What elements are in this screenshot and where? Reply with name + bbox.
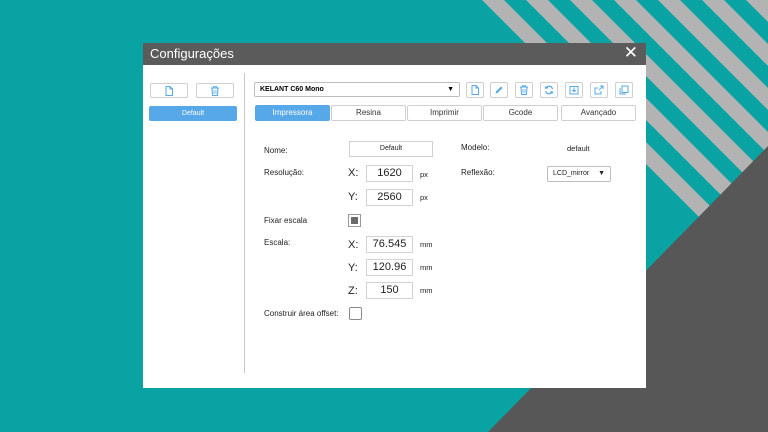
scale-x-label: X:	[348, 239, 359, 251]
edit-button[interactable]	[490, 82, 508, 98]
scale-y-input[interactable]: 120.96	[366, 259, 413, 276]
import-icon	[569, 86, 579, 95]
new-file-icon	[165, 85, 173, 96]
title-bar: Configurações ✕	[143, 43, 646, 65]
scale-z-input[interactable]: 150	[366, 282, 413, 299]
offset-checkbox[interactable]	[349, 307, 362, 320]
checkbox-fill	[351, 217, 358, 224]
fix-scale-label: Fixar escala	[264, 216, 308, 225]
name-label: Nome:	[264, 146, 288, 155]
fix-scale-checkbox[interactable]	[348, 214, 361, 227]
res-y-input[interactable]: 2560	[366, 189, 413, 206]
printer-select[interactable]: KELANT C60 Mono ▼	[254, 82, 460, 97]
delete-button[interactable]	[515, 82, 533, 98]
dropdown-arrow-icon: ▼	[598, 170, 605, 177]
tab-gcode[interactable]: Gcode	[483, 105, 558, 121]
delete-profile-button[interactable]	[196, 83, 234, 98]
refresh-button[interactable]	[540, 82, 558, 98]
tab-avancado[interactable]: Avançado	[561, 105, 636, 121]
reflection-label: Reflexão:	[461, 168, 495, 177]
model-value: default	[567, 144, 590, 153]
model-label: Modelo:	[461, 143, 490, 152]
px-unit: px	[420, 193, 428, 202]
trash-icon	[520, 85, 528, 95]
tab-impressora[interactable]: Impressora	[255, 105, 330, 121]
panel-divider	[244, 73, 245, 373]
tab-imprimir[interactable]: Imprimir	[407, 105, 482, 121]
export-button[interactable]	[590, 82, 608, 98]
scale-x-input[interactable]: 76.545	[366, 236, 413, 253]
px-unit: px	[420, 170, 428, 179]
mm-unit: mm	[420, 286, 433, 295]
export-icon	[594, 85, 604, 95]
resolution-label: Resolução:	[264, 168, 305, 177]
reflection-select[interactable]: LCD_mirror ▼	[547, 166, 611, 182]
close-icon[interactable]: ✕	[624, 43, 638, 63]
trash-icon	[211, 85, 219, 96]
printer-select-value: KELANT C60 Mono	[260, 86, 324, 93]
res-y-label: Y:	[348, 191, 358, 203]
profile-item-default[interactable]: Default	[149, 106, 237, 121]
res-x-label: X:	[348, 167, 359, 179]
new-button[interactable]	[466, 82, 484, 98]
window-title: Configurações	[150, 46, 234, 61]
reflection-select-value: LCD_mirror	[553, 170, 590, 177]
settings-dialog: Configurações ✕ Default KELANT C60 Mono …	[143, 43, 646, 388]
new-profile-button[interactable]	[150, 83, 188, 98]
dropdown-arrow-icon: ▼	[447, 86, 454, 93]
scale-z-label: Z:	[348, 285, 358, 297]
mm-unit: mm	[420, 263, 433, 272]
scale-label: Escala:	[264, 238, 291, 247]
copy-icon	[619, 85, 629, 95]
offset-label: Construir área offset:	[264, 309, 339, 318]
mm-unit: mm	[420, 240, 433, 249]
refresh-icon	[544, 85, 554, 95]
edit-pencil-icon	[495, 86, 503, 94]
tab-resina[interactable]: Resina	[331, 105, 406, 121]
res-x-input[interactable]: 1620	[366, 165, 413, 182]
name-field[interactable]: Default	[349, 141, 433, 157]
copy-button[interactable]	[615, 82, 633, 98]
import-button[interactable]	[565, 82, 583, 98]
new-file-icon	[471, 85, 479, 95]
scale-y-label: Y:	[348, 262, 358, 274]
